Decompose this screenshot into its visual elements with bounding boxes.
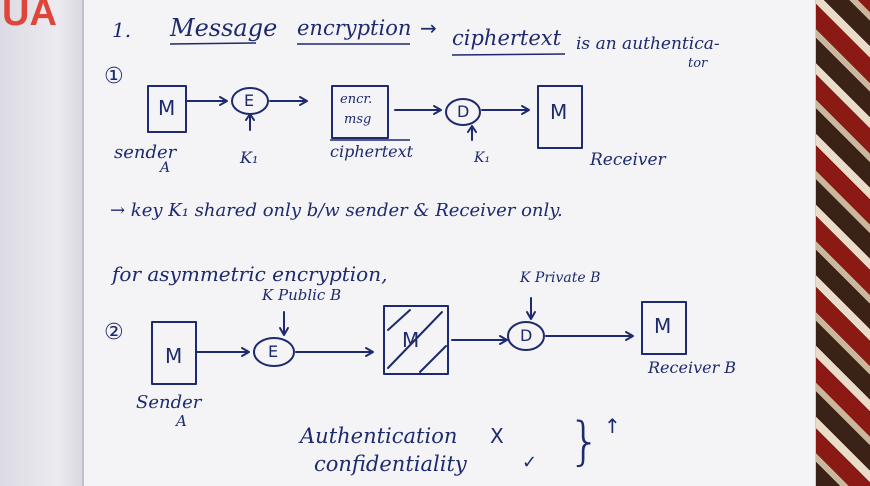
authentication-mark: X (490, 424, 504, 448)
heading-encryption: encryption (297, 16, 412, 40)
asymmetric-intro: for asymmetric encryption, (112, 262, 388, 286)
brace-mark: ↑ (604, 414, 621, 438)
underline-ciphertext (451, 53, 566, 56)
sender-sub-2: A (176, 412, 187, 430)
box-sender-msg-2-label: M (165, 344, 183, 368)
box-encr-msg-line1: encr. (340, 92, 373, 107)
heading-tail-2: tor (688, 56, 708, 71)
node-decrypt-1-label: D (457, 102, 470, 121)
box-cipher-msg-2-label: M (402, 328, 420, 352)
confidentiality-mark: ✓ (522, 452, 538, 473)
diagram1-number: ① (104, 64, 124, 89)
node-encrypt-2-label: E (268, 342, 279, 361)
heading-tail: is an authentica- (576, 34, 720, 54)
box-encr-msg-line2: msg (344, 112, 372, 127)
key-label-encrypt-1: K₁ (240, 148, 259, 167)
brace: } (568, 412, 602, 472)
node-encrypt-1-label: E (244, 91, 255, 110)
box-sender-msg-1-label: M (158, 96, 176, 120)
key-label-decrypt-1: K₁ (474, 150, 491, 166)
heading-ciphertext: ciphertext (452, 26, 562, 50)
receiver-label-1: Receiver (590, 150, 666, 170)
receiver-label-2: Receiver B (648, 358, 737, 377)
box-receiver-msg-1-label: M (550, 100, 568, 124)
note-key-shared: → key K₁ shared only b/w sender & Receiv… (110, 200, 563, 221)
heading-arrow: → (420, 16, 437, 40)
box-receiver-msg-2-label: M (654, 314, 672, 338)
underline-message (169, 42, 257, 45)
key-private-label: K Private B (520, 270, 601, 286)
confidentiality-label: confidentiality (314, 452, 467, 476)
ciphertext-label: ciphertext (330, 142, 414, 161)
authentication-label: Authentication (300, 424, 458, 448)
diagram-drawing (147, 42, 687, 385)
section1-number: 1. (112, 18, 132, 42)
sender-sub-1: A (160, 160, 171, 176)
sender-label-2: Sender (136, 392, 202, 413)
diagram2-number: ② (104, 320, 124, 345)
key-public-label: K Public B (262, 286, 342, 304)
heading-message: Message (170, 14, 278, 42)
node-decrypt-2-label: D (520, 326, 533, 345)
